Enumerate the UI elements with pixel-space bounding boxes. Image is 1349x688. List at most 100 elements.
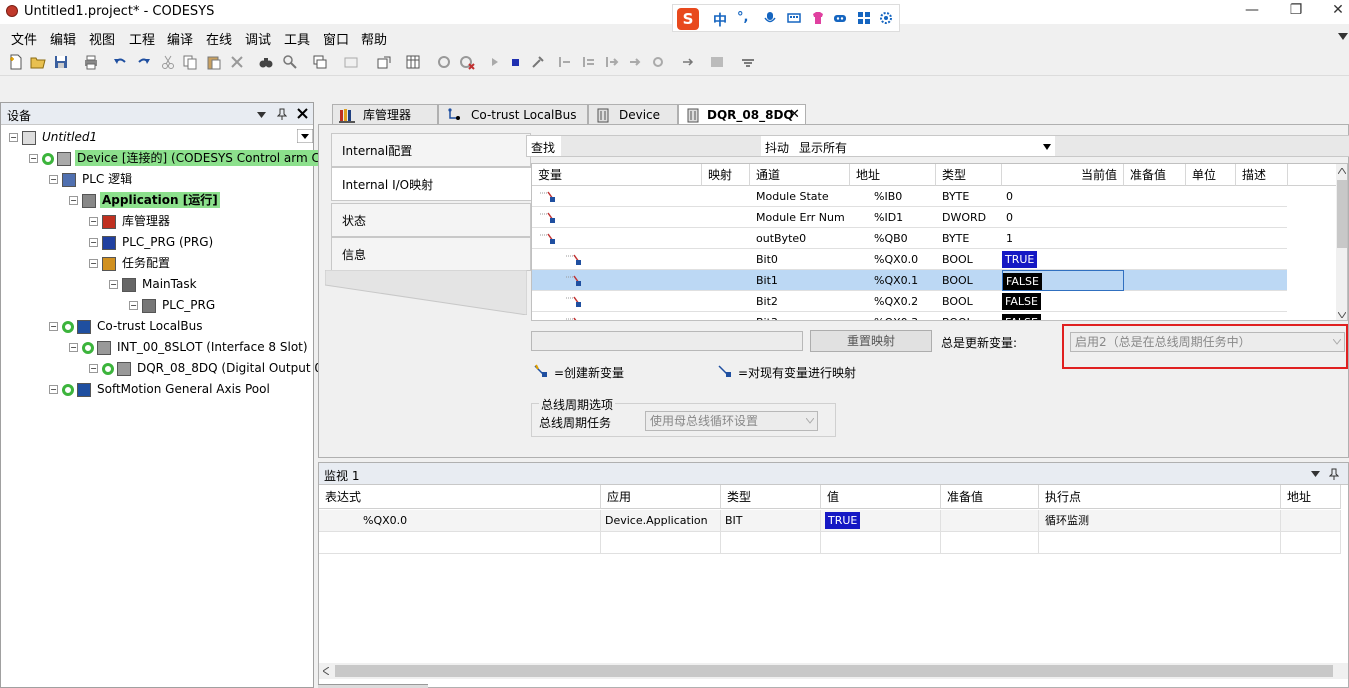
watch-empty-cell[interactable] bbox=[1039, 532, 1281, 554]
col-variable[interactable]: 变量 bbox=[532, 164, 702, 186]
col-type[interactable]: 类型 bbox=[936, 164, 1002, 186]
paste-icon[interactable] bbox=[206, 54, 222, 70]
scroll-thumb[interactable] bbox=[1337, 180, 1347, 248]
menu-help[interactable]: 帮助 bbox=[361, 29, 387, 48]
map-variable-icon[interactable] bbox=[566, 270, 606, 291]
map-variable-icon[interactable] bbox=[566, 249, 606, 270]
col-mapping[interactable]: 映射 bbox=[702, 164, 750, 186]
grid-row[interactable]: Bit0 %QX0.0 BOOL TRUE bbox=[532, 249, 1287, 270]
ime-settings-icon[interactable] bbox=[879, 11, 893, 25]
tree-node[interactable]: − Co-trust LocalBus bbox=[49, 316, 204, 336]
logout-icon[interactable] bbox=[459, 54, 475, 70]
menu-file[interactable]: 文件 bbox=[11, 29, 37, 48]
watch-hscrollbar[interactable] bbox=[319, 663, 1348, 679]
cell-current-value[interactable]: TRUE bbox=[1002, 249, 1124, 270]
tree-expander-icon[interactable]: − bbox=[89, 238, 98, 247]
tree-expander-icon[interactable]: − bbox=[49, 385, 58, 394]
side-tab-internal-io-mapping[interactable]: Internal I/O映射 bbox=[331, 167, 533, 201]
side-tab-status[interactable]: 状态 bbox=[331, 203, 531, 237]
watch-cell-address[interactable] bbox=[1281, 510, 1341, 532]
tree-expander-icon[interactable]: − bbox=[69, 343, 78, 352]
grid-scrollbar[interactable] bbox=[1336, 164, 1347, 320]
menu-build[interactable]: 编译 bbox=[167, 29, 193, 48]
tab-co-trust-localbus[interactable]: Co-trust LocalBus bbox=[438, 104, 588, 126]
tree-node[interactable]: − 任务配置 bbox=[89, 253, 172, 273]
tree-expander-icon[interactable]: − bbox=[49, 175, 58, 184]
scroll-left-icon[interactable] bbox=[323, 667, 329, 675]
watch-cell-prepared[interactable] bbox=[941, 510, 1039, 532]
grid-row[interactable]: Module State %IB0 BYTE 0 bbox=[532, 186, 1287, 207]
copy-icon[interactable] bbox=[182, 54, 198, 70]
next-icon[interactable] bbox=[680, 54, 696, 70]
force-values-icon[interactable] bbox=[709, 54, 725, 70]
map-variable-icon[interactable] bbox=[566, 312, 606, 320]
tree-expander-icon[interactable]: − bbox=[89, 259, 98, 268]
cell-current-value[interactable]: FALSE bbox=[1002, 291, 1124, 312]
always-update-combo[interactable]: 启用2（总是在总线周期任务中） bbox=[1070, 332, 1345, 352]
stop-icon[interactable] bbox=[508, 54, 524, 70]
step-into-icon[interactable] bbox=[581, 54, 597, 70]
tree-node[interactable]: − MainTask bbox=[109, 274, 199, 294]
col-channel[interactable]: 通道 bbox=[750, 164, 850, 186]
rebuild-icon[interactable] bbox=[376, 54, 392, 70]
watch-empty-cell[interactable] bbox=[1281, 532, 1341, 554]
menu-online[interactable]: 在线 bbox=[206, 29, 232, 48]
tab-dqr-08-8dq[interactable]: DQR_08_8DQ ✕ bbox=[678, 104, 806, 126]
watch-col-value[interactable]: 值 bbox=[821, 485, 941, 509]
side-tab-info[interactable]: 信息 bbox=[331, 237, 531, 271]
tree-node[interactable]: − PLC 逻辑 bbox=[49, 169, 134, 189]
step-over-icon[interactable] bbox=[557, 54, 573, 70]
grid-row[interactable]: Bit2 %QX0.2 BOOL FALSE bbox=[532, 291, 1287, 312]
grid-row[interactable]: outByte0 %QB0 BYTE 1 bbox=[532, 228, 1287, 249]
watch-pin-icon[interactable] bbox=[1329, 468, 1339, 480]
find-input[interactable] bbox=[561, 136, 761, 156]
watch-empty-cell[interactable] bbox=[319, 532, 601, 554]
tree-expander-icon[interactable]: − bbox=[109, 280, 118, 289]
menu-window[interactable]: 窗口 bbox=[323, 29, 349, 48]
col-prepared-value[interactable]: 准备值 bbox=[1124, 164, 1186, 186]
grid-row[interactable]: Bit1 %QX0.1 BOOL FALSE bbox=[532, 270, 1287, 291]
login-icon[interactable] bbox=[436, 54, 452, 70]
start-icon[interactable] bbox=[487, 54, 503, 70]
cell-current-value[interactable]: FALSE bbox=[1002, 270, 1124, 291]
find-replace-icon[interactable] bbox=[282, 54, 298, 70]
panel-close-icon[interactable] bbox=[297, 108, 308, 119]
watch-cell-type[interactable]: BIT bbox=[721, 510, 821, 532]
col-unit[interactable]: 单位 bbox=[1186, 164, 1236, 186]
ime-punct-toggle[interactable]: °, bbox=[737, 10, 748, 25]
watch-col-expression[interactable]: 表达式 bbox=[319, 485, 601, 509]
step-out-icon[interactable] bbox=[604, 54, 620, 70]
breakpoint-icon[interactable] bbox=[650, 54, 666, 70]
col-description[interactable]: 描述 bbox=[1236, 164, 1288, 186]
close-button[interactable]: ✕ bbox=[1328, 2, 1348, 20]
windows-icon[interactable] bbox=[312, 54, 328, 70]
tree-expander-icon[interactable]: − bbox=[89, 217, 98, 226]
tree-expander-icon[interactable]: − bbox=[89, 364, 98, 373]
tab-device[interactable]: Device bbox=[588, 104, 678, 126]
keyboard-icon[interactable] bbox=[787, 11, 801, 25]
device-grid-icon[interactable] bbox=[405, 54, 421, 70]
watch-col-application[interactable]: 应用 bbox=[601, 485, 721, 509]
cell-current-value[interactable]: 0 bbox=[1002, 207, 1124, 228]
tree-node[interactable]: − PLC_PRG (PRG) bbox=[89, 232, 215, 252]
cut-icon[interactable] bbox=[160, 54, 176, 70]
save-icon[interactable] bbox=[53, 54, 69, 70]
tree-node[interactable]: − SoftMotion General Axis Pool bbox=[49, 379, 272, 399]
watch-col-type[interactable]: 类型 bbox=[721, 485, 821, 509]
reset-mapping-button[interactable]: 重置映射 bbox=[810, 330, 932, 352]
microphone-icon[interactable] bbox=[763, 11, 777, 25]
cell-current-value[interactable]: 0 bbox=[1002, 186, 1124, 207]
menu-edit[interactable]: 编辑 bbox=[50, 29, 76, 48]
watch-col-address[interactable]: 地址 bbox=[1281, 485, 1341, 509]
tree-node[interactable]: − 库管理器 bbox=[89, 211, 172, 231]
menu-view[interactable]: 视图 bbox=[89, 29, 115, 48]
map-variable-icon[interactable] bbox=[540, 186, 580, 207]
watch-cell-expression[interactable]: %QX0.0 bbox=[319, 510, 601, 532]
tree-node[interactable]: − Device [连接的] (CODESYS Control arm CTH3 … bbox=[29, 148, 366, 168]
menu-overflow-icon[interactable] bbox=[1338, 31, 1348, 41]
scroll-down-icon[interactable] bbox=[1338, 312, 1346, 318]
tab-close-icon[interactable]: ✕ bbox=[789, 105, 800, 125]
tree-expander-icon[interactable]: − bbox=[29, 154, 38, 163]
watch-cell-value[interactable]: TRUE bbox=[821, 510, 941, 532]
toolbox-icon[interactable] bbox=[857, 11, 871, 25]
